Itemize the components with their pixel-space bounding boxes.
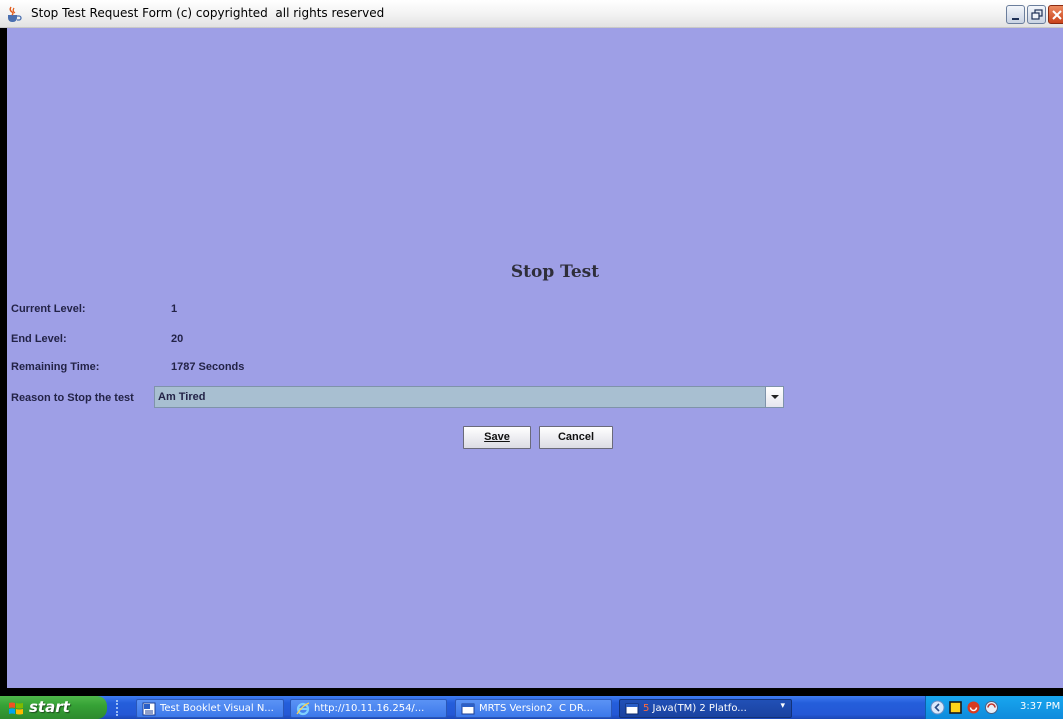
dropdown-arrow-button[interactable] <box>765 387 783 407</box>
task-label-text: Java(TM) 2 Platfo... <box>649 703 747 714</box>
restore-icon <box>1031 9 1043 20</box>
reason-dropdown[interactable]: Am Tired <box>154 386 784 408</box>
system-tray: 3:37 PM <box>925 696 1063 719</box>
start-label: start <box>29 698 70 716</box>
reason-selected-value: Am Tired <box>158 391 206 403</box>
save-button[interactable]: Save <box>463 426 531 449</box>
remaining-time-value: 1787 Seconds <box>171 361 245 373</box>
chevron-down-icon <box>771 395 779 399</box>
window-title-bar: Stop Test Request Form (c) copyrighted a… <box>0 0 1063 28</box>
cancel-button[interactable]: Cancel <box>539 426 613 449</box>
network-icon[interactable] <box>948 700 963 715</box>
task-label: http://10.11.16.254/... <box>314 703 425 714</box>
close-icon <box>1052 10 1062 20</box>
taskbar-item-browser[interactable]: http://10.11.16.254/... <box>290 699 447 718</box>
java-cup-icon <box>8 6 22 22</box>
clock: 3:37 PM <box>1020 701 1061 712</box>
minimize-button[interactable] <box>1006 5 1025 24</box>
current-level-value: 1 <box>171 303 178 315</box>
end-level-label: End Level: <box>11 333 67 345</box>
end-level-value: 20 <box>171 333 184 345</box>
chevron-down-icon: ▾ <box>780 701 785 711</box>
restore-button[interactable] <box>1027 5 1046 24</box>
start-button[interactable]: start <box>0 696 107 719</box>
task-label: Test Booklet Visual N... <box>160 703 274 714</box>
java-window-icon <box>625 703 639 715</box>
cancel-button-label: Cancel <box>557 431 595 443</box>
form-panel: Stop Test Current Level: 1 End Level: 20… <box>7 28 1063 688</box>
security-shield-icon[interactable] <box>966 700 981 715</box>
save-button-label: Save <box>484 431 510 443</box>
taskbar-item-test-booklet[interactable]: Test Booklet Visual N... <box>136 699 284 718</box>
internet-explorer-icon <box>296 702 310 716</box>
taskbar-grip[interactable] <box>116 700 120 716</box>
task-label: MRTS Version2 C DR... <box>479 703 593 714</box>
taskbar: start Test Booklet Visual N... http://10… <box>0 696 1063 719</box>
current-level-label: Current Level: <box>11 303 86 315</box>
window-title: Stop Test Request Form (c) copyrighted a… <box>31 6 385 20</box>
chevron-left-icon[interactable] <box>930 700 945 715</box>
minimize-icon <box>1012 18 1019 20</box>
taskbar-item-java-group[interactable]: 5 Java(TM) 2 Platfo... ▾ <box>619 699 792 718</box>
window-icon <box>461 703 475 715</box>
close-button[interactable] <box>1048 5 1063 24</box>
update-icon[interactable] <box>984 700 999 715</box>
remaining-time-label: Remaining Time: <box>11 361 100 373</box>
taskbar-item-mrts[interactable]: MRTS Version2 C DR... <box>455 699 612 718</box>
reason-label: Reason to Stop the test <box>11 392 134 404</box>
form-heading: Stop Test <box>510 262 600 282</box>
windows-logo-icon <box>9 702 23 715</box>
word-icon <box>142 702 156 716</box>
task-label: 5 Java(TM) 2 Platfo... <box>643 703 747 714</box>
